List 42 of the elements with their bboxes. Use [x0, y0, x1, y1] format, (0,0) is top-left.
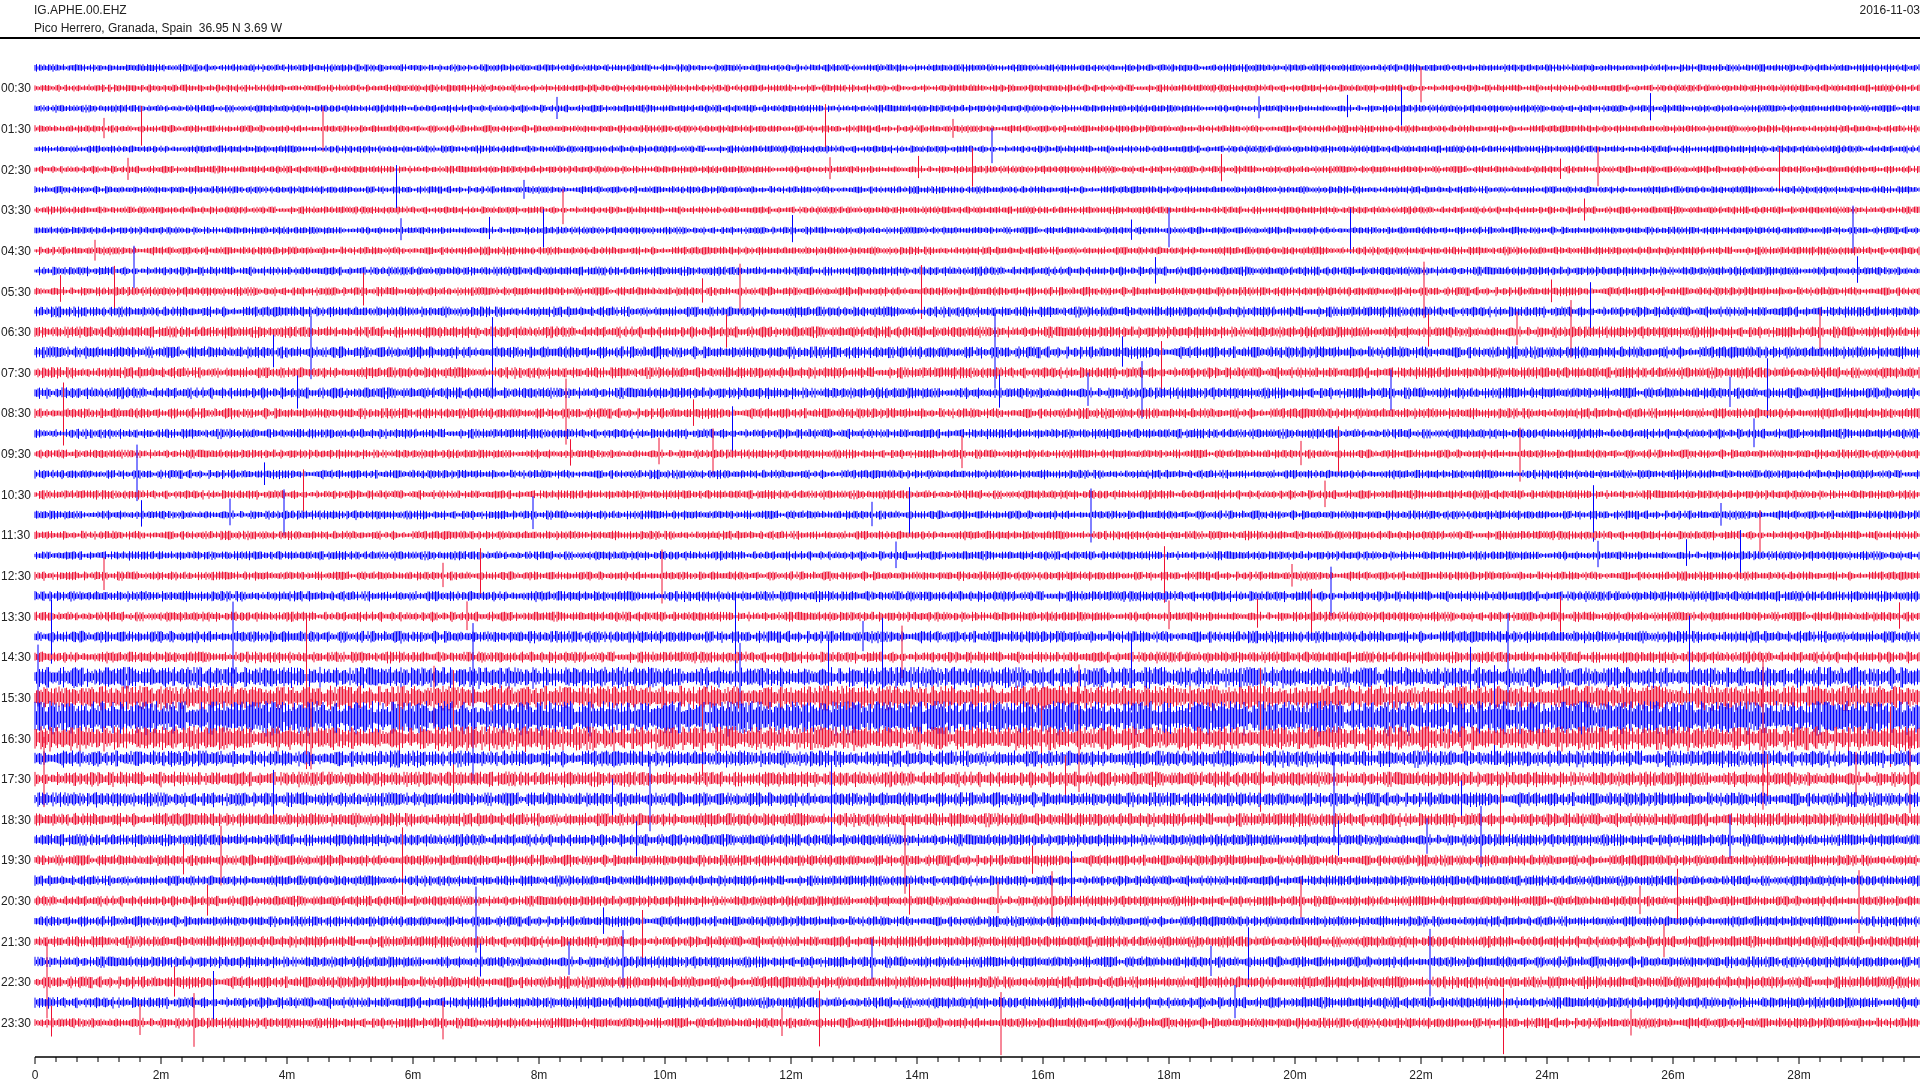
time-label: 09:30 [1, 447, 32, 462]
time-label: 05:30 [1, 284, 32, 299]
axis-tick-label: 26m [1661, 1068, 1685, 1080]
axis-tick-label: 4m [278, 1068, 296, 1080]
time-label: 01:30 [1, 121, 32, 136]
station-code: IG.APHE.00.EHZ [34, 2, 127, 19]
time-label: 20:30 [1, 894, 32, 909]
time-label: 02:30 [1, 162, 32, 177]
axis-tick-label: 18m [1157, 1068, 1181, 1080]
axis-tick-label: 6m [404, 1068, 422, 1080]
axis-tick-label: 14m [905, 1068, 929, 1080]
date-label: 2016-11-03 [1859, 2, 1920, 19]
axis-tick-label: 20m [1283, 1068, 1307, 1080]
time-label: 22:30 [1, 975, 32, 990]
time-label: 08:30 [1, 406, 32, 421]
time-label: 13:30 [1, 609, 32, 624]
time-label: 03:30 [1, 203, 32, 218]
axis-tick-label: 10m [653, 1068, 677, 1080]
axis-tick-label: 0 [31, 1068, 39, 1080]
time-label: 14:30 [1, 650, 32, 665]
axis-tick-label: 24m [1535, 1068, 1559, 1080]
time-label: 11:30 [1, 528, 31, 543]
time-label: 17:30 [1, 772, 32, 787]
axis-tick-label: 2m [152, 1068, 170, 1080]
axis-tick-label: 8m [530, 1068, 548, 1080]
axis-tick-label: 16m [1031, 1068, 1055, 1080]
axis-tick-label: 12m [779, 1068, 803, 1080]
axis-tick-label: 28m [1787, 1068, 1811, 1080]
axis-tick-label: 22m [1409, 1068, 1433, 1080]
time-label: 16:30 [1, 731, 32, 746]
time-label: 15:30 [1, 690, 32, 705]
time-label: 12:30 [1, 569, 32, 583]
time-label: 19:30 [1, 853, 32, 868]
station-location: Pico Herrero, Granada, Spain 36.95 N 3.69 W [34, 20, 283, 37]
time-label: 23:30 [1, 1016, 32, 1031]
time-label: 21:30 [1, 934, 32, 949]
time-label: 00:30 [1, 81, 32, 96]
time-label: 07:30 [1, 365, 32, 380]
time-label: 06:30 [1, 325, 32, 340]
time-label: 04:30 [1, 243, 32, 258]
time-label: 10:30 [1, 487, 32, 502]
time-label: 18:30 [1, 812, 32, 827]
